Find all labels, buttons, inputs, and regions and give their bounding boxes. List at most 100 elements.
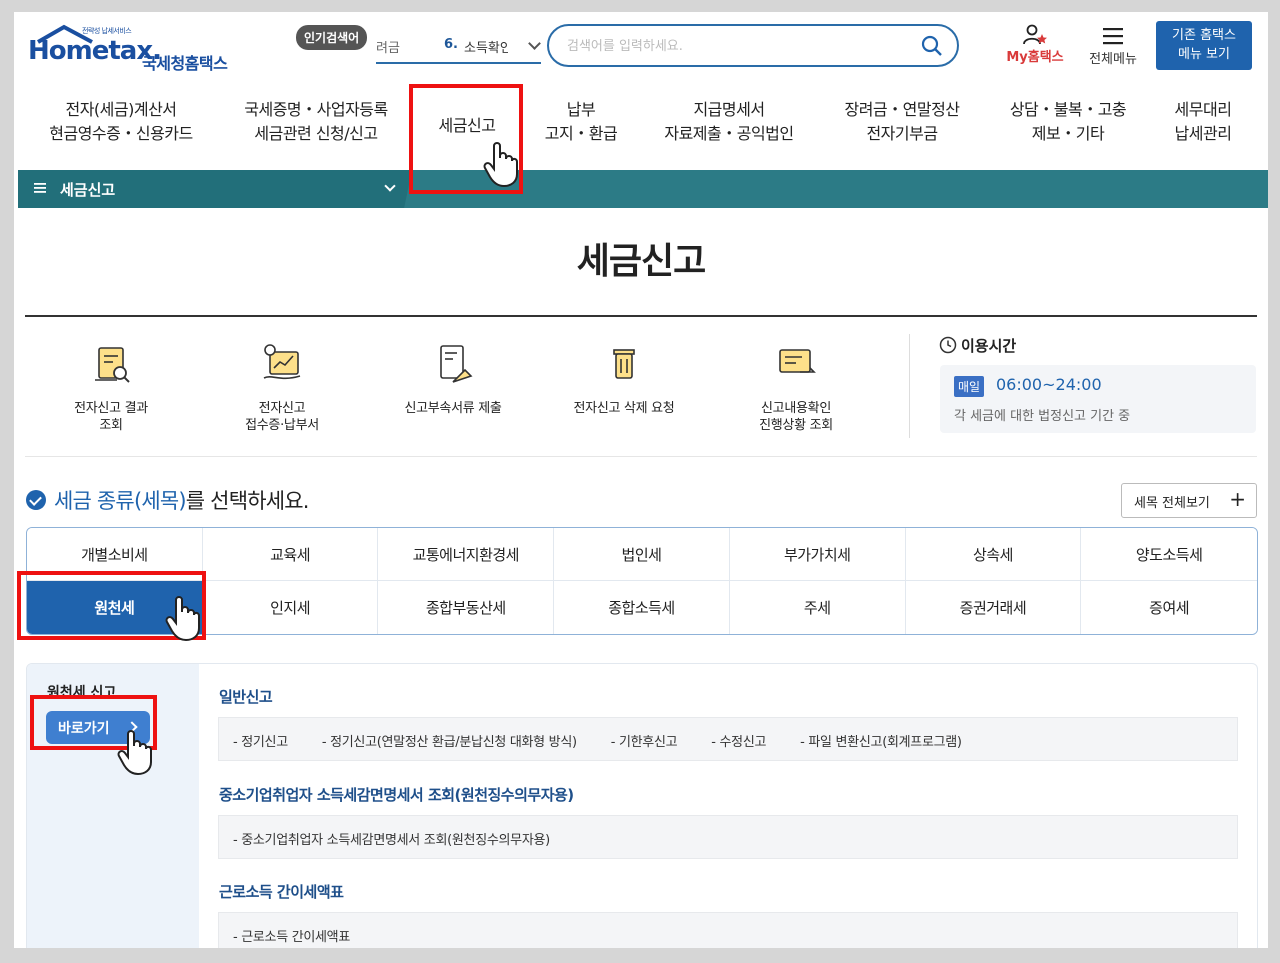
tax-type-tab[interactable]: 증여세 (1081, 581, 1257, 634)
gnb-label: 세금관련 신청/신고 (254, 124, 378, 143)
group-title-general: 일반신고 (219, 688, 273, 706)
tax-type-tab[interactable]: 상속세 (905, 528, 1082, 581)
tax-type-heading-suffix: 를 선택하세요. (185, 489, 310, 513)
tax-type-tab[interactable]: 주세 (729, 581, 906, 634)
chevron-down-icon (384, 180, 396, 192)
daily-badge: 매일 (954, 376, 985, 397)
pointer-hand-icon (165, 596, 200, 642)
report-link[interactable]: - 수정신고 (711, 735, 766, 750)
gnb-label: 전자(세금)계산서 (65, 100, 177, 119)
gnb-label: 현금영수증・신용카드 (49, 124, 193, 143)
gnb-label: 전자기부금 (866, 124, 938, 143)
logo-tagline: 전략성 납세서비스 (82, 27, 132, 35)
gnb-label: 납세관리 (1174, 124, 1232, 143)
pointer-hand-icon (483, 142, 518, 188)
tax-type-tab[interactable]: 교육세 (202, 528, 379, 581)
gnb-label: 상담・불복・고충 (1009, 100, 1127, 119)
my-hometax-button[interactable]: My홈택스 (1000, 24, 1070, 69)
section-dropdown[interactable]: 세금신고 (18, 170, 412, 208)
chevron-down-icon[interactable] (528, 37, 541, 50)
gnb-item-incentive[interactable]: 장려금・연말정산 전자기부금 (832, 98, 972, 146)
hours-title: 이용시간 (961, 337, 1017, 355)
section-nav-bar: 세금신고 (18, 170, 1268, 208)
gnb-label: 고지・환급 (544, 124, 618, 143)
gnb-item-consulting[interactable]: 상담・불복・고충 제보・기타 (1000, 98, 1136, 146)
report-link[interactable]: - 기한후신고 (611, 735, 678, 750)
gnb-label: 제보・기타 (1031, 124, 1105, 143)
quick-link-attachment[interactable]: 신고부속서류 제출 (383, 342, 523, 417)
tax-type-tab[interactable]: 양도소득세 (1081, 528, 1257, 581)
clock-icon (939, 336, 957, 354)
popular-prev-term[interactable]: 려금 (376, 37, 400, 56)
old-menu-button[interactable]: 기존 홈택스 메뉴 보기 (1156, 21, 1252, 70)
hours-note: 각 세금에 대한 법정신고 기간 중 (954, 409, 1131, 424)
document-search-icon (95, 347, 130, 383)
tax-type-tab[interactable]: 증권거래세 (905, 581, 1082, 634)
trash-icon (613, 349, 635, 379)
old-menu-line1: 기존 홈택스 (1172, 28, 1236, 43)
report-link[interactable]: - 정기신고(연말정산 환급/분납신청 대화형 방식) (322, 735, 577, 750)
quick-link-label: 전자신고 (258, 401, 306, 416)
report-link[interactable]: - 파일 변환신고(회계프로그램) (800, 735, 962, 750)
receipt-chart-icon (263, 344, 301, 380)
hours-box: 매일 06:00~24:00 각 세금에 대한 법정신고 기간 중 (940, 365, 1256, 433)
popular-rank: 6. (444, 37, 458, 52)
tax-type-heading: 세금 종류(세목)를 선택하세요. (26, 485, 309, 515)
screen-check-icon (779, 349, 816, 373)
gnb-label: 납부 (566, 100, 596, 119)
report-link[interactable]: - 중소기업취업자 소득세감면명세서 조회(원천징수의무자용) (233, 833, 550, 848)
gnb-label: 세무대리 (1174, 100, 1232, 119)
gnb-item-e-invoice[interactable]: 전자(세금)계산서 현금영수증・신용카드 (46, 98, 196, 146)
section-divider (25, 456, 1257, 457)
user-star-icon (1023, 24, 1047, 45)
document-upload-icon (440, 345, 473, 383)
quick-link-result-inquiry[interactable]: 전자신고 결과 조회 (41, 342, 181, 434)
tax-type-tab[interactable]: 부가가치세 (729, 528, 906, 581)
view-all-label: 세목 전체보기 (1134, 496, 1210, 511)
report-link[interactable]: - 근로소득 간이세액표 (233, 930, 350, 945)
browser-frame: 전략성 납세서비스 Hometax. 국세청홈택스 인기검색어 려금 6. 소득… (14, 12, 1268, 948)
quick-link-receipt[interactable]: 전자신고 접수증·납부서 (212, 342, 352, 434)
tax-detail-panel: 원천세 신고 바로가기 일반신고 - 정기신고 - 정기신고(연말정산 환급/분납… (26, 663, 1258, 948)
hours-heading: 이용시간 (939, 335, 1016, 356)
tax-type-tab[interactable]: 종합부동산세 (378, 581, 555, 634)
tax-type-grid: 개별소비세 교육세 교통에너지환경세 법인세 부가가치세 상속세 양도소득세 원천세 인지세 종합… (26, 527, 1258, 635)
tax-type-tab[interactable]: 종합소득세 (554, 581, 730, 634)
quick-link-label: 접수증·납부서 (245, 418, 319, 433)
logo-subtitle: 국세청홈택스 (142, 54, 228, 73)
gnb-item-payment-statement[interactable]: 지급명세서 자료제출・공익법인 (654, 98, 804, 146)
search-icon[interactable] (921, 35, 943, 57)
all-menu-label: 전체메뉴 (1089, 52, 1137, 67)
quick-link-label: 신고내용확인 (761, 401, 831, 416)
report-link[interactable]: - 정기신고 (233, 735, 288, 750)
gnb-item-payment[interactable]: 납부 고지・환급 (536, 98, 626, 146)
quick-link-delete-request[interactable]: 전자신고 삭제 요청 (554, 342, 694, 417)
tax-type-tab[interactable]: 법인세 (554, 528, 730, 581)
my-hometax-label: My홈택스 (1006, 50, 1064, 65)
quick-link-progress-inquiry[interactable]: 신고내용확인 진행상황 조회 (726, 342, 866, 434)
search-input[interactable] (567, 36, 897, 56)
plus-icon: + (1229, 487, 1246, 511)
gnb-label: 장려금・연말정산 (844, 100, 960, 119)
view-all-tax-button[interactable]: 세목 전체보기 + (1121, 483, 1257, 518)
check-circle-icon (26, 490, 46, 510)
popular-term[interactable]: 소득확인 (464, 37, 508, 56)
tax-type-tab[interactable]: 인지세 (202, 581, 379, 634)
quick-link-label: 전자신고 삭제 요청 (573, 401, 675, 416)
group-title-simple-tax-table: 근로소득 간이세액표 (219, 883, 344, 901)
section-dropdown-label: 세금신고 (60, 181, 116, 199)
gnb-label: 자료제출・공익법인 (664, 124, 794, 143)
popular-search-rotator[interactable]: 려금 6. 소득확인 (376, 34, 541, 64)
search-box (547, 24, 959, 67)
gnb-item-tax-agent[interactable]: 세무대리 납세관리 (1160, 98, 1246, 146)
hamburger-icon (1103, 28, 1123, 45)
all-menu-button[interactable]: 전체메뉴 (1082, 24, 1144, 69)
hometax-logo[interactable]: 전략성 납세서비스 Hometax. 국세청홈택스 (26, 22, 246, 74)
gnb-label: 지급명세서 (693, 100, 765, 119)
tax-type-tab[interactable]: 교통에너지환경세 (378, 528, 555, 581)
old-menu-line2: 메뉴 보기 (1178, 47, 1230, 62)
gnb-item-certificates[interactable]: 국세증명・사업자등록 세금관련 신청/신고 (236, 98, 396, 146)
gnb-label: 국세증명・사업자등록 (244, 100, 388, 119)
group-links-simple-tax-table: - 근로소득 간이세액표 (218, 912, 1238, 948)
quick-link-label: 조회 (99, 418, 123, 433)
